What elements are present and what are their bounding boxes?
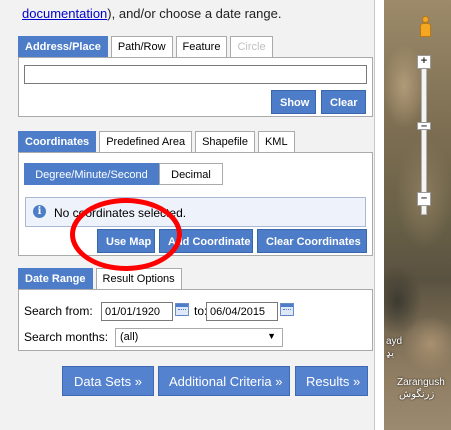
pegman-body [420, 23, 431, 37]
months-select[interactable]: (all) ▼ [115, 328, 283, 347]
tab-shapefile[interactable]: Shapefile [195, 131, 255, 153]
map-label-zarangush-local: زرنگوش [399, 389, 435, 400]
documentation-link[interactable]: documentation [22, 6, 107, 21]
address-tabs: Address/Place Path/Row Feature Circle [18, 36, 276, 58]
to-calendar-icon[interactable] [280, 303, 294, 316]
clear-coordinates-button[interactable]: Clear Coordinates [257, 229, 367, 253]
tab-circle: Circle [230, 36, 273, 58]
tab-date-range[interactable]: Date Range [18, 268, 93, 290]
use-map-button[interactable]: Use Map [97, 229, 155, 253]
from-calendar-icon[interactable] [175, 303, 189, 316]
additional-criteria-button[interactable]: Additional Criteria » [158, 366, 290, 396]
pegman-icon[interactable] [418, 16, 432, 42]
info-icon: i [33, 205, 46, 218]
tab-address-place[interactable]: Address/Place [18, 36, 108, 58]
clear-button[interactable]: Clear [321, 90, 366, 114]
date-panel: Search from: to: Search months: (all) ▼ [18, 289, 373, 351]
tab-result-options[interactable]: Result Options [95, 268, 182, 290]
zoom-handle[interactable]: – [417, 121, 431, 132]
coordinates-panel: Degree/Minute/Second Decimal i No coordi… [18, 152, 373, 256]
add-coordinate-button[interactable]: Add Coordinate [159, 229, 253, 253]
search-criteria-panel: documentation), and/or choose a date ran… [0, 0, 375, 430]
results-button[interactable]: Results » [295, 366, 368, 396]
tab-coordinates[interactable]: Coordinates [18, 131, 97, 153]
map-label-ayd: ayd [386, 336, 403, 347]
intro-text: documentation), and/or choose a date ran… [22, 6, 281, 21]
chevron-down-icon: ▼ [267, 331, 276, 341]
address-input[interactable] [24, 65, 367, 84]
zoom-in-button[interactable]: + [417, 55, 431, 69]
map-label-ayd-local: یډ [386, 348, 395, 359]
tab-kml[interactable]: KML [257, 131, 295, 153]
months-select-value: (all) [120, 331, 139, 343]
zoom-out-button[interactable]: – [417, 192, 431, 206]
data-sets-button[interactable]: Data Sets » [62, 366, 154, 396]
zoom-slider[interactable] [421, 55, 427, 215]
search-months-label: Search months: [24, 330, 109, 344]
format-decimal-toggle[interactable]: Decimal [159, 163, 223, 185]
tab-predefined-area[interactable]: Predefined Area [99, 131, 193, 153]
satellite-map[interactable]: + – – ayd یډ Zarangush زرنگوش [384, 0, 451, 430]
map-label-zarangush: Zarangush [397, 377, 445, 388]
from-date-input[interactable] [101, 302, 173, 321]
search-from-label: Search from: [24, 304, 93, 318]
show-button[interactable]: Show [271, 90, 316, 114]
to-date-input[interactable] [206, 302, 278, 321]
coordinates-notice: i No coordinates selected. [25, 197, 366, 227]
pegman-head [422, 16, 429, 23]
notice-message: No coordinates selected. [54, 206, 187, 220]
date-tabs: Date Range Result Options [18, 268, 185, 290]
format-dms-toggle[interactable]: Degree/Minute/Second [24, 163, 159, 185]
tab-path-row[interactable]: Path/Row [110, 36, 173, 58]
intro-suffix: ), and/or choose a date range. [107, 6, 282, 21]
coordinate-tabs: Coordinates Predefined Area Shapefile KM… [18, 131, 298, 153]
address-panel: Show Clear [18, 57, 373, 117]
tab-feature[interactable]: Feature [175, 36, 228, 58]
